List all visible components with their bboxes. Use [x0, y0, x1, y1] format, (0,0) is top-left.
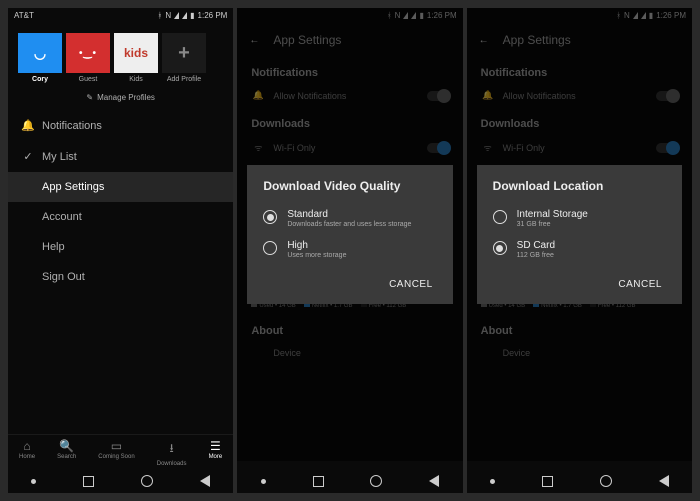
- recents-icon[interactable]: [83, 476, 94, 487]
- tab-coming-soon[interactable]: ▭Coming Soon: [98, 439, 134, 467]
- dialog-scrim[interactable]: Download Video Quality StandardDownloads…: [237, 8, 462, 461]
- home-icon: ⌂: [23, 439, 30, 453]
- menu-sign-out[interactable]: Sign Out: [8, 262, 233, 292]
- cancel-button[interactable]: CANCEL: [385, 273, 437, 296]
- avatar: [18, 33, 62, 73]
- check-icon: ✓: [22, 150, 34, 163]
- home-button-icon[interactable]: [600, 475, 612, 487]
- option-internal-storage[interactable]: Internal Storage31 GB free: [493, 203, 666, 234]
- tab-more[interactable]: ☰More: [209, 439, 223, 467]
- menu-my-list[interactable]: ✓My List: [8, 141, 233, 172]
- radio-icon: [493, 210, 507, 224]
- back-icon[interactable]: [200, 475, 210, 487]
- phone-location-dialog: ᚼN▮1:26 PM ← App Settings Notifications …: [467, 8, 692, 493]
- radio-icon: [263, 210, 277, 224]
- android-nav: [8, 469, 233, 493]
- android-nav: [237, 469, 462, 493]
- wifi-icon: [182, 12, 187, 19]
- menu-notifications[interactable]: 🔔Notifications: [8, 110, 233, 141]
- home-button-icon[interactable]: [370, 475, 382, 487]
- back-icon[interactable]: [659, 475, 669, 487]
- cancel-button[interactable]: CANCEL: [614, 273, 666, 296]
- pencil-icon: ✎: [86, 93, 93, 102]
- avatar: kids: [114, 33, 158, 73]
- status-bar: AT&T ᚼ N ▮ 1:26 PM: [8, 8, 233, 23]
- coming-soon-icon: ▭: [111, 439, 122, 453]
- clock: 1:26 PM: [198, 11, 228, 20]
- battery-icon: ▮: [190, 11, 194, 20]
- bluetooth-icon: ᚼ: [158, 11, 163, 20]
- back-icon[interactable]: [429, 475, 439, 487]
- menu-app-settings[interactable]: App Settings: [8, 172, 233, 202]
- search-icon: 🔍: [59, 439, 74, 453]
- profile-guest[interactable]: Guest: [66, 33, 110, 83]
- radio-icon: [493, 241, 507, 255]
- more-icon: ☰: [210, 439, 221, 453]
- menu-help[interactable]: Help: [8, 232, 233, 262]
- profile-row: Cory Guest kidsKids +Add Profile: [8, 23, 233, 87]
- assist-icon[interactable]: [31, 479, 36, 484]
- option-standard[interactable]: StandardDownloads faster and uses less s…: [263, 203, 436, 234]
- tab-search[interactable]: 🔍Search: [57, 439, 76, 467]
- profile-kids[interactable]: kidsKids: [114, 33, 158, 83]
- nfc-icon: N: [165, 11, 171, 20]
- plus-icon: +: [162, 33, 206, 73]
- option-high[interactable]: HighUses more storage: [263, 234, 436, 265]
- recents-icon[interactable]: [313, 476, 324, 487]
- tab-downloads[interactable]: ⭳Downloads: [157, 439, 187, 467]
- signal-icon: [174, 12, 179, 19]
- radio-icon: [263, 241, 277, 255]
- carrier: AT&T: [14, 11, 34, 20]
- bottom-nav: ⌂Home 🔍Search ▭Coming Soon ⭳Downloads ☰M…: [8, 434, 233, 469]
- more-menu: 🔔Notifications ✓My List App Settings Acc…: [8, 110, 233, 292]
- profile-cory[interactable]: Cory: [18, 33, 62, 83]
- assist-icon[interactable]: [490, 479, 495, 484]
- option-sd-card[interactable]: SD Card112 GB free: [493, 234, 666, 265]
- recents-icon[interactable]: [542, 476, 553, 487]
- avatar: [66, 33, 110, 73]
- phone-more-screen: AT&T ᚼ N ▮ 1:26 PM Cory Guest kidsKids +…: [8, 8, 233, 493]
- dialog-title: Download Video Quality: [263, 179, 436, 193]
- dialog-download-location: Download Location Internal Storage31 GB …: [477, 165, 682, 304]
- profile-add[interactable]: +Add Profile: [162, 33, 206, 83]
- dialog-title: Download Location: [493, 179, 666, 193]
- home-button-icon[interactable]: [141, 475, 153, 487]
- dialog-download-quality: Download Video Quality StandardDownloads…: [247, 165, 452, 304]
- dialog-scrim[interactable]: Download Location Internal Storage31 GB …: [467, 8, 692, 461]
- phone-quality-dialog: ᚼN▮1:26 PM ← App Settings Notifications …: [237, 8, 462, 493]
- android-nav: [467, 469, 692, 493]
- menu-account[interactable]: Account: [8, 202, 233, 232]
- downloads-icon: ⭳: [170, 439, 174, 460]
- tab-home[interactable]: ⌂Home: [19, 439, 35, 467]
- assist-icon[interactable]: [261, 479, 266, 484]
- bell-icon: 🔔: [22, 119, 34, 132]
- manage-profiles[interactable]: ✎Manage Profiles: [8, 87, 233, 110]
